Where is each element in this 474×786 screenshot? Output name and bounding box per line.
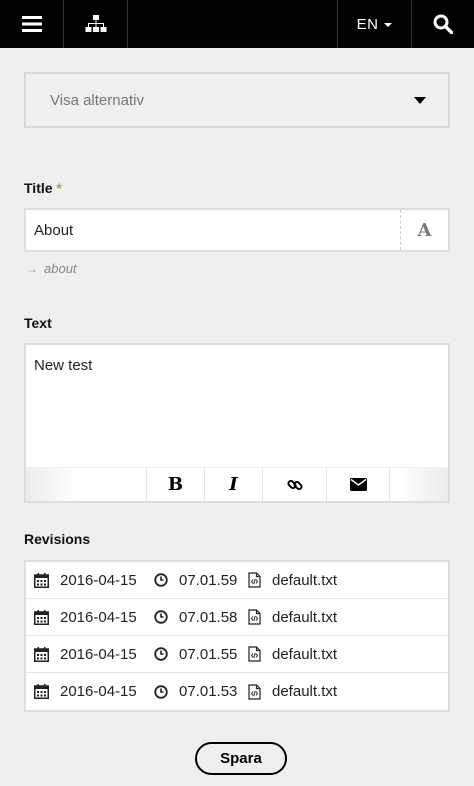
- revision-time: 07.01.58: [154, 609, 248, 626]
- calendar-icon: [34, 684, 49, 699]
- calendar-icon: [34, 646, 49, 662]
- calendar-icon: [34, 572, 49, 588]
- revision-time: 07.01.55: [154, 646, 248, 663]
- slug: → about: [26, 261, 77, 276]
- revision-time-text: 07.01.53: [179, 683, 238, 700]
- italic-button[interactable]: I: [204, 468, 262, 501]
- revision-time-text: 07.01.58: [179, 608, 238, 626]
- revision-row[interactable]: 2016-04-15 07.01.59 default.txt: [26, 562, 448, 599]
- code-file-icon: [248, 646, 261, 662]
- revision-file[interactable]: default.txt: [248, 683, 337, 700]
- revision-file-text: default.txt: [272, 608, 338, 626]
- link-icon: [286, 479, 303, 490]
- topbar-spacer: [128, 0, 338, 48]
- sitemap-button[interactable]: [64, 0, 128, 48]
- revision-row[interactable]: 2016-04-15 07.01.53 default.txt: [26, 673, 448, 710]
- revision-date: 2016-04-15: [34, 683, 154, 700]
- email-button[interactable]: [326, 468, 390, 501]
- options-select[interactable]: Visa alternativ: [24, 72, 450, 128]
- language-label: EN: [356, 15, 379, 33]
- revision-row[interactable]: 2016-04-15 07.01.55 default.txt: [26, 636, 448, 673]
- text-style-icon[interactable]: A: [400, 210, 448, 250]
- revision-time: 07.01.53: [154, 683, 248, 700]
- revision-date: 2016-04-15: [34, 646, 154, 663]
- revision-date: 2016-04-15: [34, 609, 154, 626]
- revision-file[interactable]: default.txt: [248, 646, 337, 663]
- title-label: Title *: [24, 180, 62, 196]
- hamburger-menu-icon: [21, 16, 42, 32]
- language-dropdown[interactable]: EN: [338, 0, 412, 48]
- code-file-icon: [248, 609, 261, 625]
- revision-date-text: 2016-04-15: [60, 645, 137, 663]
- revision-file[interactable]: default.txt: [248, 609, 337, 626]
- revision-date-text: 2016-04-15: [60, 608, 137, 626]
- revision-date-text: 2016-04-15: [60, 571, 137, 589]
- revision-file-text: default.txt: [272, 645, 338, 663]
- clock-icon: [154, 647, 168, 661]
- revision-row[interactable]: 2016-04-15 07.01.58 default.txt: [26, 599, 448, 636]
- clock-icon: [154, 684, 168, 699]
- text-label: Text: [24, 315, 52, 331]
- revision-date: 2016-04-15: [34, 572, 154, 589]
- link-button[interactable]: [262, 468, 326, 501]
- top-bar: EN: [0, 0, 474, 48]
- revision-time-text: 07.01.55: [179, 645, 238, 663]
- text-editor-content[interactable]: New test: [26, 345, 448, 467]
- envelope-icon: [349, 478, 367, 491]
- clock-icon: [154, 610, 168, 624]
- slug-text: about: [44, 261, 77, 276]
- text-editor[interactable]: New test B I: [24, 343, 450, 503]
- editor-toolbar: B I: [26, 467, 448, 501]
- code-file-icon: [248, 572, 261, 588]
- required-marker: *: [56, 180, 62, 196]
- revision-file-text: default.txt: [272, 683, 338, 700]
- revisions-label: Revisions: [24, 531, 91, 547]
- save-button[interactable]: Spara: [195, 742, 287, 775]
- code-file-icon: [248, 683, 261, 700]
- menu-button[interactable]: [0, 0, 64, 48]
- clock-icon: [154, 573, 168, 587]
- calendar-icon: [34, 609, 49, 625]
- revision-file[interactable]: default.txt: [248, 572, 337, 589]
- revision-time-text: 07.01.59: [179, 571, 238, 589]
- title-input-value[interactable]: About: [26, 222, 400, 239]
- options-select-placeholder: Visa alternativ: [50, 91, 144, 109]
- arrow-right-icon: →: [26, 262, 38, 276]
- title-input[interactable]: About A: [24, 208, 450, 252]
- search-button[interactable]: [412, 0, 474, 48]
- caret-down-icon: [384, 23, 393, 27]
- revisions-list: 2016-04-15 07.01.59 default.txt 2016-04-15 0…: [24, 560, 450, 712]
- chevron-down-icon: [414, 96, 426, 104]
- search-icon: [433, 14, 453, 34]
- revision-date-text: 2016-04-15: [60, 683, 137, 700]
- bold-button[interactable]: B: [146, 468, 204, 501]
- revision-file-text: default.txt: [272, 571, 338, 589]
- title-label-text: Title: [24, 180, 53, 196]
- sitemap-icon: [85, 15, 106, 32]
- revision-time: 07.01.59: [154, 572, 248, 589]
